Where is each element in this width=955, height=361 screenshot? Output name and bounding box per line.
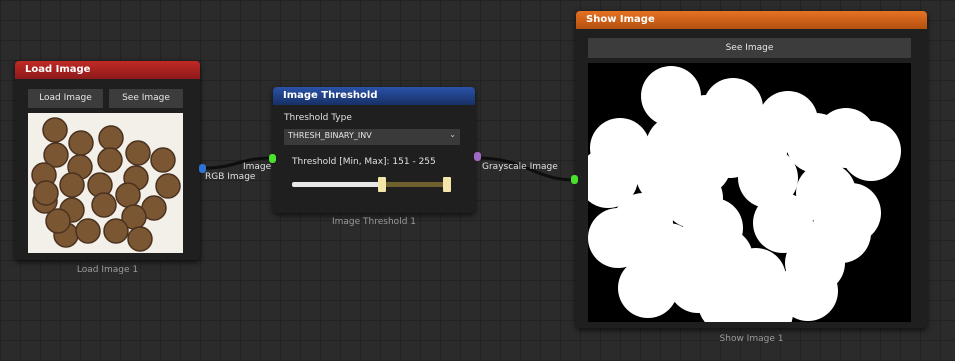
grayscale-image-output-label: Grayscale Image xyxy=(482,162,558,172)
see-image-button[interactable]: See Image xyxy=(109,89,183,108)
slider-track-low xyxy=(292,182,382,187)
coin xyxy=(155,173,181,199)
coin-blob xyxy=(786,113,846,173)
image-threshold-caption: Image Threshold 1 xyxy=(332,217,416,227)
coin xyxy=(75,218,101,244)
slider-max-handle[interactable] xyxy=(443,177,451,192)
coin xyxy=(45,208,71,234)
threshold-range-label: Threshold [Min, Max]: 151 - 255 xyxy=(292,157,436,167)
show-image-node[interactable]: Show Image See Image xyxy=(576,11,927,328)
coin xyxy=(59,172,85,198)
coin xyxy=(150,147,176,173)
coin xyxy=(91,192,117,218)
coin xyxy=(33,180,59,206)
coin xyxy=(42,117,68,143)
coins-thumbnail xyxy=(28,113,183,253)
threshold-type-select[interactable]: THRESH_BINARY_INV ⌄ xyxy=(284,129,460,145)
load-image-button[interactable]: Load Image xyxy=(28,89,103,108)
coin xyxy=(68,130,94,156)
binary-preview xyxy=(588,63,911,322)
show-image-input-port[interactable] xyxy=(571,175,578,184)
slider-track-range xyxy=(382,182,447,187)
threshold-type-label: Threshold Type xyxy=(284,113,352,123)
chevron-down-icon: ⌄ xyxy=(449,130,456,139)
show-see-image-button[interactable]: See Image xyxy=(588,38,911,58)
coin xyxy=(125,140,151,166)
image-input-label: Image xyxy=(243,162,272,172)
coin xyxy=(98,125,124,151)
threshold-range-slider[interactable] xyxy=(292,177,452,193)
show-image-caption: Show Image 1 xyxy=(719,334,784,344)
coin xyxy=(115,182,141,208)
slider-min-handle[interactable] xyxy=(378,177,386,192)
show-image-node-title[interactable]: Show Image xyxy=(576,11,927,29)
image-threshold-node-title[interactable]: Image Threshold xyxy=(273,87,475,105)
coin-blob xyxy=(841,121,901,181)
load-image-node[interactable]: Load Image Load Image See Image xyxy=(15,61,200,260)
threshold-type-value: THRESH_BINARY_INV xyxy=(288,131,372,140)
load-image-caption: Load Image 1 xyxy=(76,265,139,275)
rgb-image-output-label: RGB Image xyxy=(205,172,256,182)
coin-blob xyxy=(613,193,673,253)
coin xyxy=(97,147,123,173)
image-threshold-node[interactable]: Image Threshold Threshold Type THRESH_BI… xyxy=(273,87,475,213)
coin xyxy=(103,218,129,244)
coin xyxy=(127,226,153,252)
coins-photo-icon xyxy=(31,117,181,252)
grayscale-image-output-port[interactable] xyxy=(474,152,481,161)
binary-threshold-preview-icon xyxy=(588,66,901,322)
load-image-node-title[interactable]: Load Image xyxy=(15,61,200,79)
